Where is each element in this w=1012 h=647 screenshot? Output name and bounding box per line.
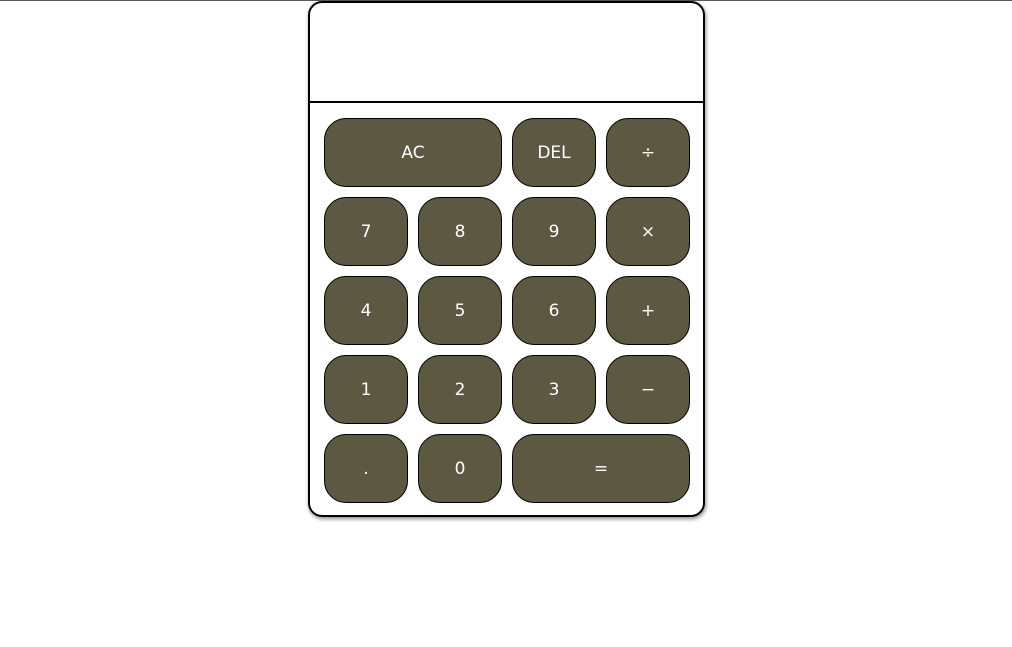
delete-button[interactable]: DEL bbox=[512, 118, 596, 187]
all-clear-button[interactable]: AC bbox=[324, 118, 502, 187]
digit-5-button[interactable]: 5 bbox=[418, 276, 502, 345]
divide-button[interactable]: ÷ bbox=[606, 118, 690, 187]
plus-button[interactable]: + bbox=[606, 276, 690, 345]
calculator: AC DEL ÷ 7 8 9 × 4 5 6 + 1 2 3 − . 0 = bbox=[308, 1, 705, 517]
digit-0-button[interactable]: 0 bbox=[418, 434, 502, 503]
digit-9-button[interactable]: 9 bbox=[512, 197, 596, 266]
digit-4-button[interactable]: 4 bbox=[324, 276, 408, 345]
decimal-point-button[interactable]: . bbox=[324, 434, 408, 503]
digit-1-button[interactable]: 1 bbox=[324, 355, 408, 424]
multiply-button[interactable]: × bbox=[606, 197, 690, 266]
digit-7-button[interactable]: 7 bbox=[324, 197, 408, 266]
equals-button[interactable]: = bbox=[512, 434, 690, 503]
digit-3-button[interactable]: 3 bbox=[512, 355, 596, 424]
keypad: AC DEL ÷ 7 8 9 × 4 5 6 + 1 2 3 − . 0 = bbox=[324, 118, 692, 503]
calculator-display bbox=[310, 3, 703, 103]
minus-button[interactable]: − bbox=[606, 355, 690, 424]
digit-8-button[interactable]: 8 bbox=[418, 197, 502, 266]
digit-6-button[interactable]: 6 bbox=[512, 276, 596, 345]
digit-2-button[interactable]: 2 bbox=[418, 355, 502, 424]
